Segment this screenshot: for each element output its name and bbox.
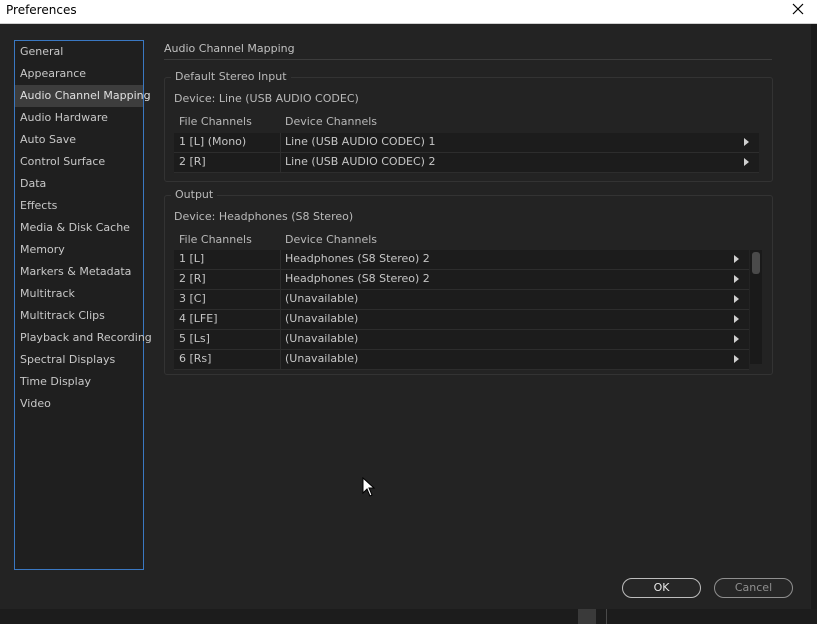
input-device-label: Device: Line (USB AUDIO CODEC) (174, 92, 359, 105)
scrollbar-thumb[interactable] (752, 252, 760, 274)
device-channel-cell: (Unavailable) (285, 292, 359, 305)
device-channel-cell: (Unavailable) (285, 352, 359, 365)
column-header-file-channels: File Channels (179, 115, 252, 128)
sidebar-item-playback-recording[interactable]: Playback and Recording (15, 327, 152, 349)
title-bar: Preferences (0, 0, 817, 24)
dropdown-arrow-icon[interactable] (734, 315, 739, 323)
file-channel-cell: 4 [LFE] (179, 312, 218, 325)
column-separator (280, 290, 281, 309)
file-channel-cell: 5 [Ls] (179, 332, 210, 345)
column-separator (280, 250, 281, 269)
dropdown-arrow-icon[interactable] (744, 138, 749, 146)
table-row[interactable]: 4 [LFE] (Unavailable) (174, 310, 749, 330)
background-divider (606, 609, 607, 624)
dropdown-arrow-icon[interactable] (734, 275, 739, 283)
background-window-edge (811, 24, 817, 624)
file-channel-cell: 3 [C] (179, 292, 206, 305)
output-table-scrollbar[interactable] (750, 250, 762, 364)
table-row[interactable]: 1 [L] Headphones (S8 Stereo) 2 (174, 250, 749, 270)
sidebar-item-media-disk-cache[interactable]: Media & Disk Cache (15, 217, 143, 239)
sidebar-item-audio-hardware[interactable]: Audio Hardware (15, 107, 143, 129)
column-header-file-channels: File Channels (179, 233, 252, 246)
dropdown-arrow-icon[interactable] (734, 355, 739, 363)
sidebar-item-effects[interactable]: Effects (15, 195, 143, 217)
preferences-category-list[interactable]: General Appearance Audio Channel Mapping… (14, 40, 152, 570)
sidebar-item-markers-metadata[interactable]: Markers & Metadata (15, 261, 143, 283)
close-icon[interactable] (789, 0, 807, 20)
device-channel-cell: Line (USB AUDIO CODEC) 1 (285, 135, 436, 148)
dropdown-arrow-icon[interactable] (734, 295, 739, 303)
sidebar-item-data[interactable]: Data (15, 173, 143, 195)
file-channel-cell: 1 [L] (Mono) (179, 135, 247, 148)
background-scroll-element (578, 609, 596, 624)
column-separator (280, 133, 281, 152)
background-window-strip (0, 609, 817, 624)
file-channel-cell: 1 [L] (179, 252, 205, 265)
dropdown-arrow-icon[interactable] (744, 158, 749, 166)
table-row[interactable]: 6 [Rs] (Unavailable) (174, 350, 749, 370)
sidebar-item-auto-save[interactable]: Auto Save (15, 129, 143, 151)
device-channel-cell: Headphones (S8 Stereo) 2 (285, 252, 430, 265)
column-header-device-channels: Device Channels (285, 233, 378, 246)
sidebar-item-control-surface[interactable]: Control Surface (15, 151, 143, 173)
output-group: Output Device: Headphones (S8 Stereo) Fi… (164, 188, 773, 375)
sidebar-item-multitrack-clips[interactable]: Multitrack Clips (15, 305, 143, 327)
column-separator (280, 310, 281, 329)
device-channel-cell: (Unavailable) (285, 312, 359, 325)
column-separator (280, 350, 281, 369)
sidebar-item-memory[interactable]: Memory (15, 239, 143, 261)
sidebar-item-general[interactable]: General (15, 41, 143, 63)
input-table-header: File Channels Device Channels (174, 115, 759, 131)
table-row[interactable]: 3 [C] (Unavailable) (174, 290, 749, 310)
sidebar-item-multitrack[interactable]: Multitrack (15, 283, 143, 305)
table-row[interactable]: 1 [L] (Mono) Line (USB AUDIO CODEC) 1 (174, 133, 759, 153)
file-channel-cell: 2 [R] (179, 155, 206, 168)
group-legend-output: Output (171, 188, 218, 201)
mouse-pointer-icon (362, 477, 376, 497)
group-legend-input: Default Stereo Input (171, 70, 291, 83)
sidebar-item-audio-channel-mapping[interactable]: Audio Channel Mapping (15, 85, 151, 107)
file-channel-cell: 6 [Rs] (179, 352, 212, 365)
column-separator (280, 153, 281, 172)
device-channel-cell: (Unavailable) (285, 332, 359, 345)
output-channel-table: 1 [L] Headphones (S8 Stereo) 2 2 [R] Hea… (174, 250, 749, 370)
sidebar-item-appearance[interactable]: Appearance (15, 63, 143, 85)
default-stereo-input-group: Default Stereo Input Device: Line (USB A… (164, 70, 773, 182)
sidebar-item-spectral-displays[interactable]: Spectral Displays (15, 349, 143, 371)
dropdown-arrow-icon[interactable] (734, 255, 739, 263)
title-divider (164, 59, 772, 60)
ok-button[interactable]: OK (622, 578, 701, 598)
page-title: Audio Channel Mapping (164, 42, 295, 55)
column-separator (280, 330, 281, 349)
file-channel-cell: 2 [R] (179, 272, 206, 285)
cancel-button[interactable]: Cancel (714, 578, 793, 598)
column-header-device-channels: Device Channels (285, 115, 378, 128)
device-channel-cell: Headphones (S8 Stereo) 2 (285, 272, 430, 285)
table-row[interactable]: 2 [R] Line (USB AUDIO CODEC) 2 (174, 153, 759, 173)
device-channel-cell: Line (USB AUDIO CODEC) 2 (285, 155, 436, 168)
column-separator (280, 270, 281, 289)
table-row[interactable]: 5 [Ls] (Unavailable) (174, 330, 749, 350)
output-device-label: Device: Headphones (S8 Stereo) (174, 210, 354, 223)
input-channel-table: 1 [L] (Mono) Line (USB AUDIO CODEC) 1 2 … (174, 133, 759, 173)
sidebar-item-video[interactable]: Video (15, 393, 143, 415)
table-row[interactable]: 2 [R] Headphones (S8 Stereo) 2 (174, 270, 749, 290)
dropdown-arrow-icon[interactable] (734, 335, 739, 343)
output-table-header: File Channels Device Channels (174, 233, 759, 249)
window-title: Preferences (6, 3, 77, 17)
sidebar-item-time-display[interactable]: Time Display (15, 371, 143, 393)
